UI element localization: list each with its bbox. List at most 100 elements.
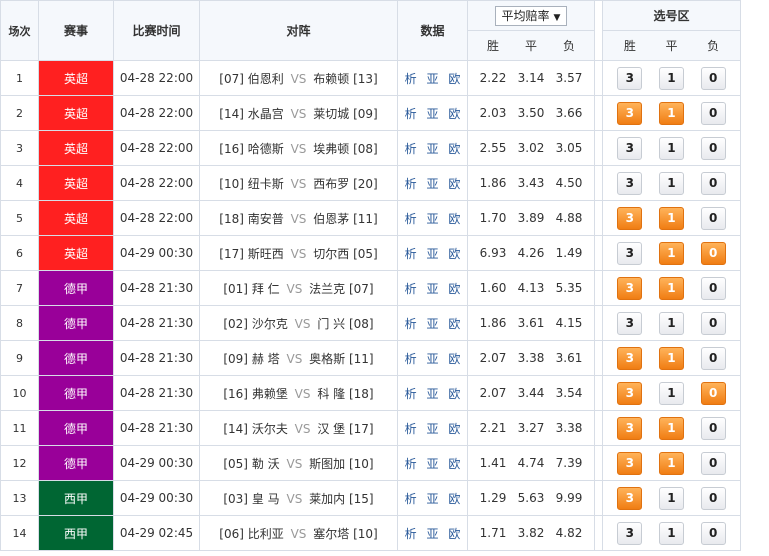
asian-odds-link[interactable]: 亚 — [426, 422, 438, 436]
select-lose-button[interactable]: 0 — [700, 346, 726, 370]
select-lose-button[interactable]: 0 — [700, 241, 726, 265]
euro-odds-link[interactable]: 欧 — [448, 247, 460, 261]
select-win-button[interactable]: 3 — [617, 171, 643, 195]
select-draw-button[interactable]: 1 — [658, 101, 684, 125]
away-team[interactable]: 奥格斯 — [309, 352, 345, 366]
away-team[interactable]: 门 兴 — [317, 317, 345, 331]
analysis-link[interactable]: 析 — [405, 72, 417, 86]
euro-odds-link[interactable]: 欧 — [448, 492, 460, 506]
select-draw-button[interactable]: 1 — [658, 451, 684, 475]
select-win-button[interactable]: 3 — [617, 241, 643, 265]
league-badge[interactable]: 德甲 — [38, 305, 114, 341]
analysis-link[interactable]: 析 — [405, 457, 417, 471]
select-win-button[interactable]: 3 — [617, 416, 643, 440]
away-team[interactable]: 斯图加 — [309, 457, 345, 471]
league-badge[interactable]: 德甲 — [38, 445, 114, 481]
asian-odds-link[interactable]: 亚 — [426, 352, 438, 366]
select-lose-button[interactable]: 0 — [700, 451, 726, 475]
select-lose-button[interactable]: 0 — [700, 206, 726, 230]
away-team[interactable]: 布赖顿 — [313, 72, 349, 86]
select-draw-button[interactable]: 1 — [658, 416, 684, 440]
analysis-link[interactable]: 析 — [405, 527, 417, 541]
euro-odds-link[interactable]: 欧 — [448, 352, 460, 366]
select-lose-button[interactable]: 0 — [700, 171, 726, 195]
asian-odds-link[interactable]: 亚 — [426, 387, 438, 401]
euro-odds-link[interactable]: 欧 — [448, 282, 460, 296]
home-team[interactable]: 沙尔克 — [252, 317, 288, 331]
home-team[interactable]: 南安普 — [248, 212, 284, 226]
select-win-button[interactable]: 3 — [617, 346, 643, 370]
away-team[interactable]: 法兰克 — [309, 282, 345, 296]
analysis-link[interactable]: 析 — [405, 492, 417, 506]
select-win-button[interactable]: 3 — [617, 206, 643, 230]
select-lose-button[interactable]: 0 — [700, 276, 726, 300]
euro-odds-link[interactable]: 欧 — [448, 142, 460, 156]
league-badge[interactable]: 英超 — [38, 235, 114, 271]
select-draw-button[interactable]: 1 — [658, 346, 684, 370]
select-draw-button[interactable]: 1 — [658, 521, 684, 545]
select-win-button[interactable]: 3 — [617, 276, 643, 300]
home-team[interactable]: 勒 沃 — [252, 457, 280, 471]
select-draw-button[interactable]: 1 — [658, 311, 684, 335]
euro-odds-link[interactable]: 欧 — [448, 387, 460, 401]
odds-type-dropdown[interactable]: 平均赔率 ▼ — [494, 5, 568, 26]
league-badge[interactable]: 德甲 — [38, 270, 114, 306]
league-badge[interactable]: 英超 — [38, 165, 114, 201]
league-badge[interactable]: 西甲 — [38, 515, 114, 551]
select-win-button[interactable]: 3 — [617, 66, 643, 90]
select-draw-button[interactable]: 1 — [658, 276, 684, 300]
home-team[interactable]: 水晶宫 — [248, 107, 284, 121]
select-draw-button[interactable]: 1 — [658, 206, 684, 230]
euro-odds-link[interactable]: 欧 — [448, 107, 460, 121]
home-team[interactable]: 斯旺西 — [248, 247, 284, 261]
select-win-button[interactable]: 3 — [617, 451, 643, 475]
select-win-button[interactable]: 3 — [617, 486, 643, 510]
asian-odds-link[interactable]: 亚 — [426, 492, 438, 506]
analysis-link[interactable]: 析 — [405, 177, 417, 191]
asian-odds-link[interactable]: 亚 — [426, 212, 438, 226]
asian-odds-link[interactable]: 亚 — [426, 177, 438, 191]
asian-odds-link[interactable]: 亚 — [426, 282, 438, 296]
select-lose-button[interactable]: 0 — [700, 311, 726, 335]
analysis-link[interactable]: 析 — [405, 212, 417, 226]
euro-odds-link[interactable]: 欧 — [448, 422, 460, 436]
league-badge[interactable]: 德甲 — [38, 375, 114, 411]
away-team[interactable]: 切尔西 — [313, 247, 349, 261]
select-lose-button[interactable]: 0 — [700, 136, 726, 160]
select-draw-button[interactable]: 1 — [658, 241, 684, 265]
home-team[interactable]: 比利亚 — [248, 527, 284, 541]
league-badge[interactable]: 德甲 — [38, 340, 114, 376]
home-team[interactable]: 皇 马 — [252, 492, 280, 506]
analysis-link[interactable]: 析 — [405, 352, 417, 366]
select-draw-button[interactable]: 1 — [658, 171, 684, 195]
home-team[interactable]: 赫 塔 — [252, 352, 280, 366]
home-team[interactable]: 哈德斯 — [248, 142, 284, 156]
away-team[interactable]: 莱切城 — [313, 107, 349, 121]
analysis-link[interactable]: 析 — [405, 422, 417, 436]
select-win-button[interactable]: 3 — [617, 136, 643, 160]
league-badge[interactable]: 英超 — [38, 130, 114, 166]
asian-odds-link[interactable]: 亚 — [426, 317, 438, 331]
away-team[interactable]: 伯恩茅 — [313, 212, 349, 226]
euro-odds-link[interactable]: 欧 — [448, 177, 460, 191]
home-team[interactable]: 拜 仁 — [252, 282, 280, 296]
home-team[interactable]: 纽卡斯 — [248, 177, 284, 191]
home-team[interactable]: 沃尔夫 — [252, 422, 288, 436]
asian-odds-link[interactable]: 亚 — [426, 142, 438, 156]
away-team[interactable]: 科 隆 — [317, 387, 345, 401]
asian-odds-link[interactable]: 亚 — [426, 247, 438, 261]
asian-odds-link[interactable]: 亚 — [426, 457, 438, 471]
select-draw-button[interactable]: 1 — [658, 136, 684, 160]
away-team[interactable]: 汉 堡 — [317, 422, 345, 436]
select-lose-button[interactable]: 0 — [700, 101, 726, 125]
select-lose-button[interactable]: 0 — [700, 521, 726, 545]
asian-odds-link[interactable]: 亚 — [426, 107, 438, 121]
euro-odds-link[interactable]: 欧 — [448, 212, 460, 226]
analysis-link[interactable]: 析 — [405, 282, 417, 296]
asian-odds-link[interactable]: 亚 — [426, 527, 438, 541]
analysis-link[interactable]: 析 — [405, 142, 417, 156]
select-lose-button[interactable]: 0 — [700, 486, 726, 510]
asian-odds-link[interactable]: 亚 — [426, 72, 438, 86]
select-lose-button[interactable]: 0 — [700, 381, 726, 405]
league-badge[interactable]: 德甲 — [38, 410, 114, 446]
